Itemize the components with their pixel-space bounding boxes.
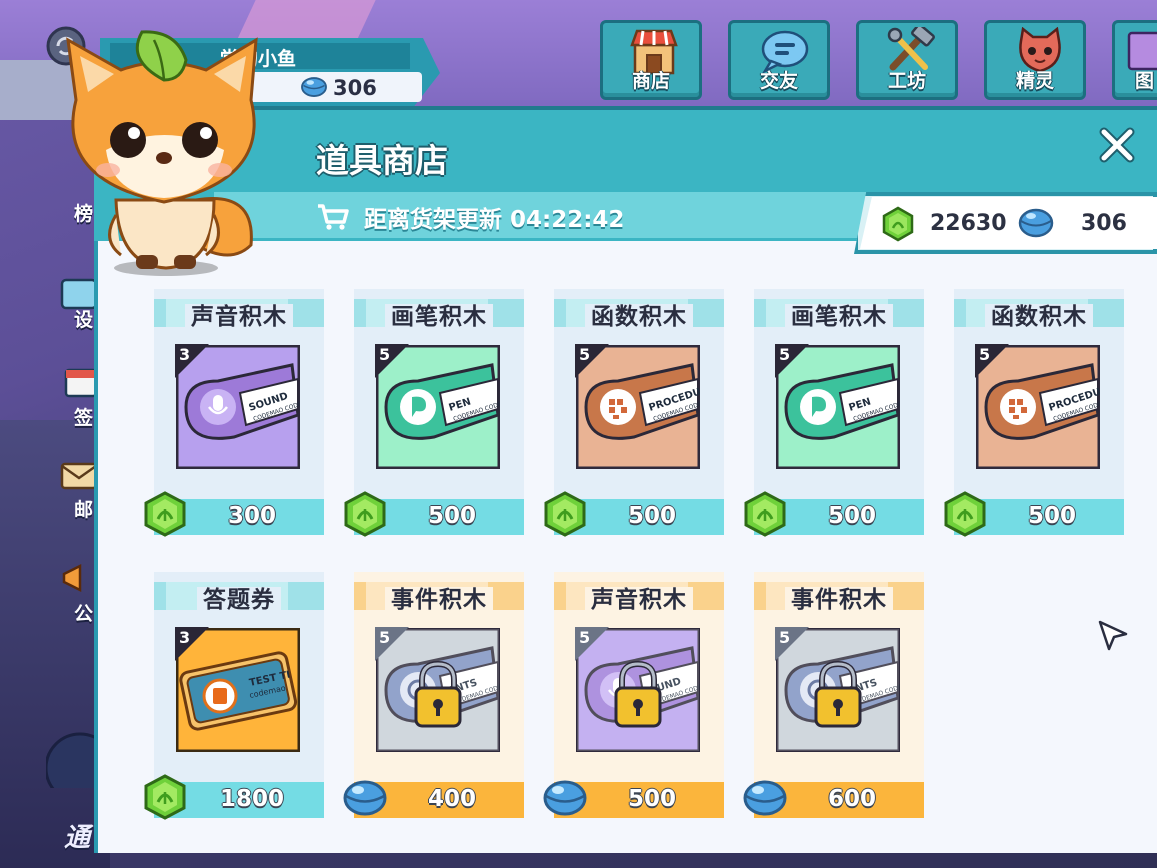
item-price: 500 bbox=[627, 786, 676, 812]
dialog-title: 道具商店 bbox=[316, 141, 448, 180]
price-bar[interactable]: 500 bbox=[744, 491, 924, 537]
price-bar[interactable]: 600 bbox=[743, 780, 924, 818]
nav-sprite-button[interactable]: 精灵 bbox=[984, 20, 1086, 100]
item-name: 声音积木 bbox=[554, 580, 724, 614]
item-quantity: 5 bbox=[379, 628, 391, 647]
price-bar[interactable]: 1800 bbox=[144, 774, 324, 820]
nav-shop-button[interactable]: 商店 bbox=[600, 20, 702, 100]
cart-icon bbox=[318, 204, 349, 230]
item-name: 声音积木 bbox=[154, 297, 324, 331]
nav-atlas-button[interactable]: 图 bbox=[1112, 20, 1157, 100]
nav-friends-button[interactable]: 交友 bbox=[728, 20, 830, 100]
price-bar[interactable]: 400 bbox=[343, 780, 524, 818]
item-quantity: 5 bbox=[779, 345, 791, 364]
item-name-text: 函数积木 bbox=[585, 304, 693, 330]
item-quantity: 3 bbox=[179, 345, 191, 364]
shop-item-card[interactable]: 函数积木 PROCEDU CODEMAO CODE 5 500 bbox=[544, 289, 724, 537]
shop-item-card[interactable]: 画笔积木 PEN CODEMAO CODE 5 500 bbox=[744, 289, 924, 537]
item-price: 300 bbox=[227, 503, 276, 529]
item-name-text: 答题券 bbox=[197, 587, 281, 613]
price-bar[interactable]: 300 bbox=[144, 491, 324, 537]
nav-sprite-label: 精灵 bbox=[1015, 70, 1054, 92]
price-bar[interactable]: 500 bbox=[944, 491, 1124, 537]
nav-friends-label: 交友 bbox=[759, 70, 798, 92]
item-price: 600 bbox=[827, 786, 876, 812]
sidebar-item-label: 签 bbox=[74, 407, 94, 429]
profile-bell-count: 306 bbox=[333, 76, 377, 100]
item-price: 500 bbox=[427, 503, 476, 529]
item-quantity: 5 bbox=[379, 345, 391, 364]
shop-item-card[interactable]: 声音积木 OUND CODEMAO CODE 5 500 bbox=[543, 572, 724, 819]
sidebar-item-label: 设 bbox=[74, 309, 94, 331]
item-name: 画笔积木 bbox=[354, 297, 524, 331]
gem-icon bbox=[882, 206, 914, 242]
nav-workshop-label: 工坊 bbox=[887, 70, 926, 92]
sidebar-item-label: 邮 bbox=[74, 499, 94, 521]
item-name: 画笔积木 bbox=[754, 297, 924, 331]
item-price: 500 bbox=[1027, 503, 1076, 529]
item-name-text: 事件积木 bbox=[785, 587, 893, 613]
sidebar-item-label: 公 bbox=[74, 603, 94, 625]
shop-item-card[interactable]: 声音积木 SOUND CODEMAO CODE 3 300 bbox=[144, 289, 324, 537]
item-price: 400 bbox=[427, 786, 476, 812]
mouse-pointer-icon bbox=[1098, 620, 1128, 651]
item-quantity: 5 bbox=[979, 345, 991, 364]
price-bar[interactable]: 500 bbox=[544, 491, 724, 537]
item-name-text: 声音积木 bbox=[585, 587, 693, 613]
item-name: 事件积木 bbox=[354, 580, 524, 614]
sidebar-item-label: 通 bbox=[64, 823, 91, 853]
item-price: 1800 bbox=[219, 786, 284, 812]
fox-mascot bbox=[66, 30, 258, 276]
item-name-text: 画笔积木 bbox=[385, 304, 493, 330]
item-quantity: 5 bbox=[579, 345, 591, 364]
currency-bell-count: 306 bbox=[1081, 211, 1127, 236]
item-price: 500 bbox=[827, 503, 876, 529]
nav-shop-label: 商店 bbox=[631, 70, 670, 92]
item-quantity: 5 bbox=[579, 628, 591, 647]
close-button[interactable] bbox=[1096, 124, 1138, 166]
shop-item-card[interactable]: 函数积木 PROCEDU CODEMAO CODE 5 500 bbox=[944, 289, 1124, 537]
nav-atlas-label: 图 bbox=[1135, 70, 1155, 92]
price-bar[interactable]: 500 bbox=[543, 780, 724, 818]
item-name: 函数积木 bbox=[554, 297, 724, 331]
bell-icon bbox=[1018, 208, 1054, 238]
price-bar[interactable]: 500 bbox=[344, 491, 524, 537]
shelf-refresh-timer: 距离货架更新 04:22:42 bbox=[364, 207, 625, 233]
item-price: 500 bbox=[627, 503, 676, 529]
shop-item-card[interactable]: 事件积木 ENTS CODEMAO CODE 5 600 bbox=[743, 572, 924, 819]
item-name: 答题券 bbox=[154, 580, 324, 614]
shelf-refresh-row: 距离货架更新 04:22:42 bbox=[316, 200, 624, 234]
shop-item-card[interactable]: 画笔积木 PEN CODEMAO CODE 5 500 bbox=[344, 289, 524, 537]
item-name: 事件积木 bbox=[754, 580, 924, 614]
bell-icon bbox=[301, 77, 327, 97]
currency-gem-count: 22630 bbox=[930, 211, 1007, 236]
item-quantity: 5 bbox=[779, 628, 791, 647]
item-name-text: 事件积木 bbox=[385, 587, 493, 613]
shop-item-card[interactable]: 事件积木 ENTS CODEMAO CODE 5 400 bbox=[343, 572, 524, 819]
shop-item-card[interactable]: 答题券 TEST TI codemao 3 1800 bbox=[144, 572, 324, 820]
item-name-text: 画笔积木 bbox=[785, 304, 893, 330]
item-quantity: 3 bbox=[179, 628, 191, 647]
item-name-text: 声音积木 bbox=[185, 304, 293, 330]
nav-workshop-button[interactable]: 工坊 bbox=[856, 20, 958, 100]
item-name: 函数积木 bbox=[954, 297, 1124, 331]
item-name-text: 函数积木 bbox=[985, 304, 1093, 330]
